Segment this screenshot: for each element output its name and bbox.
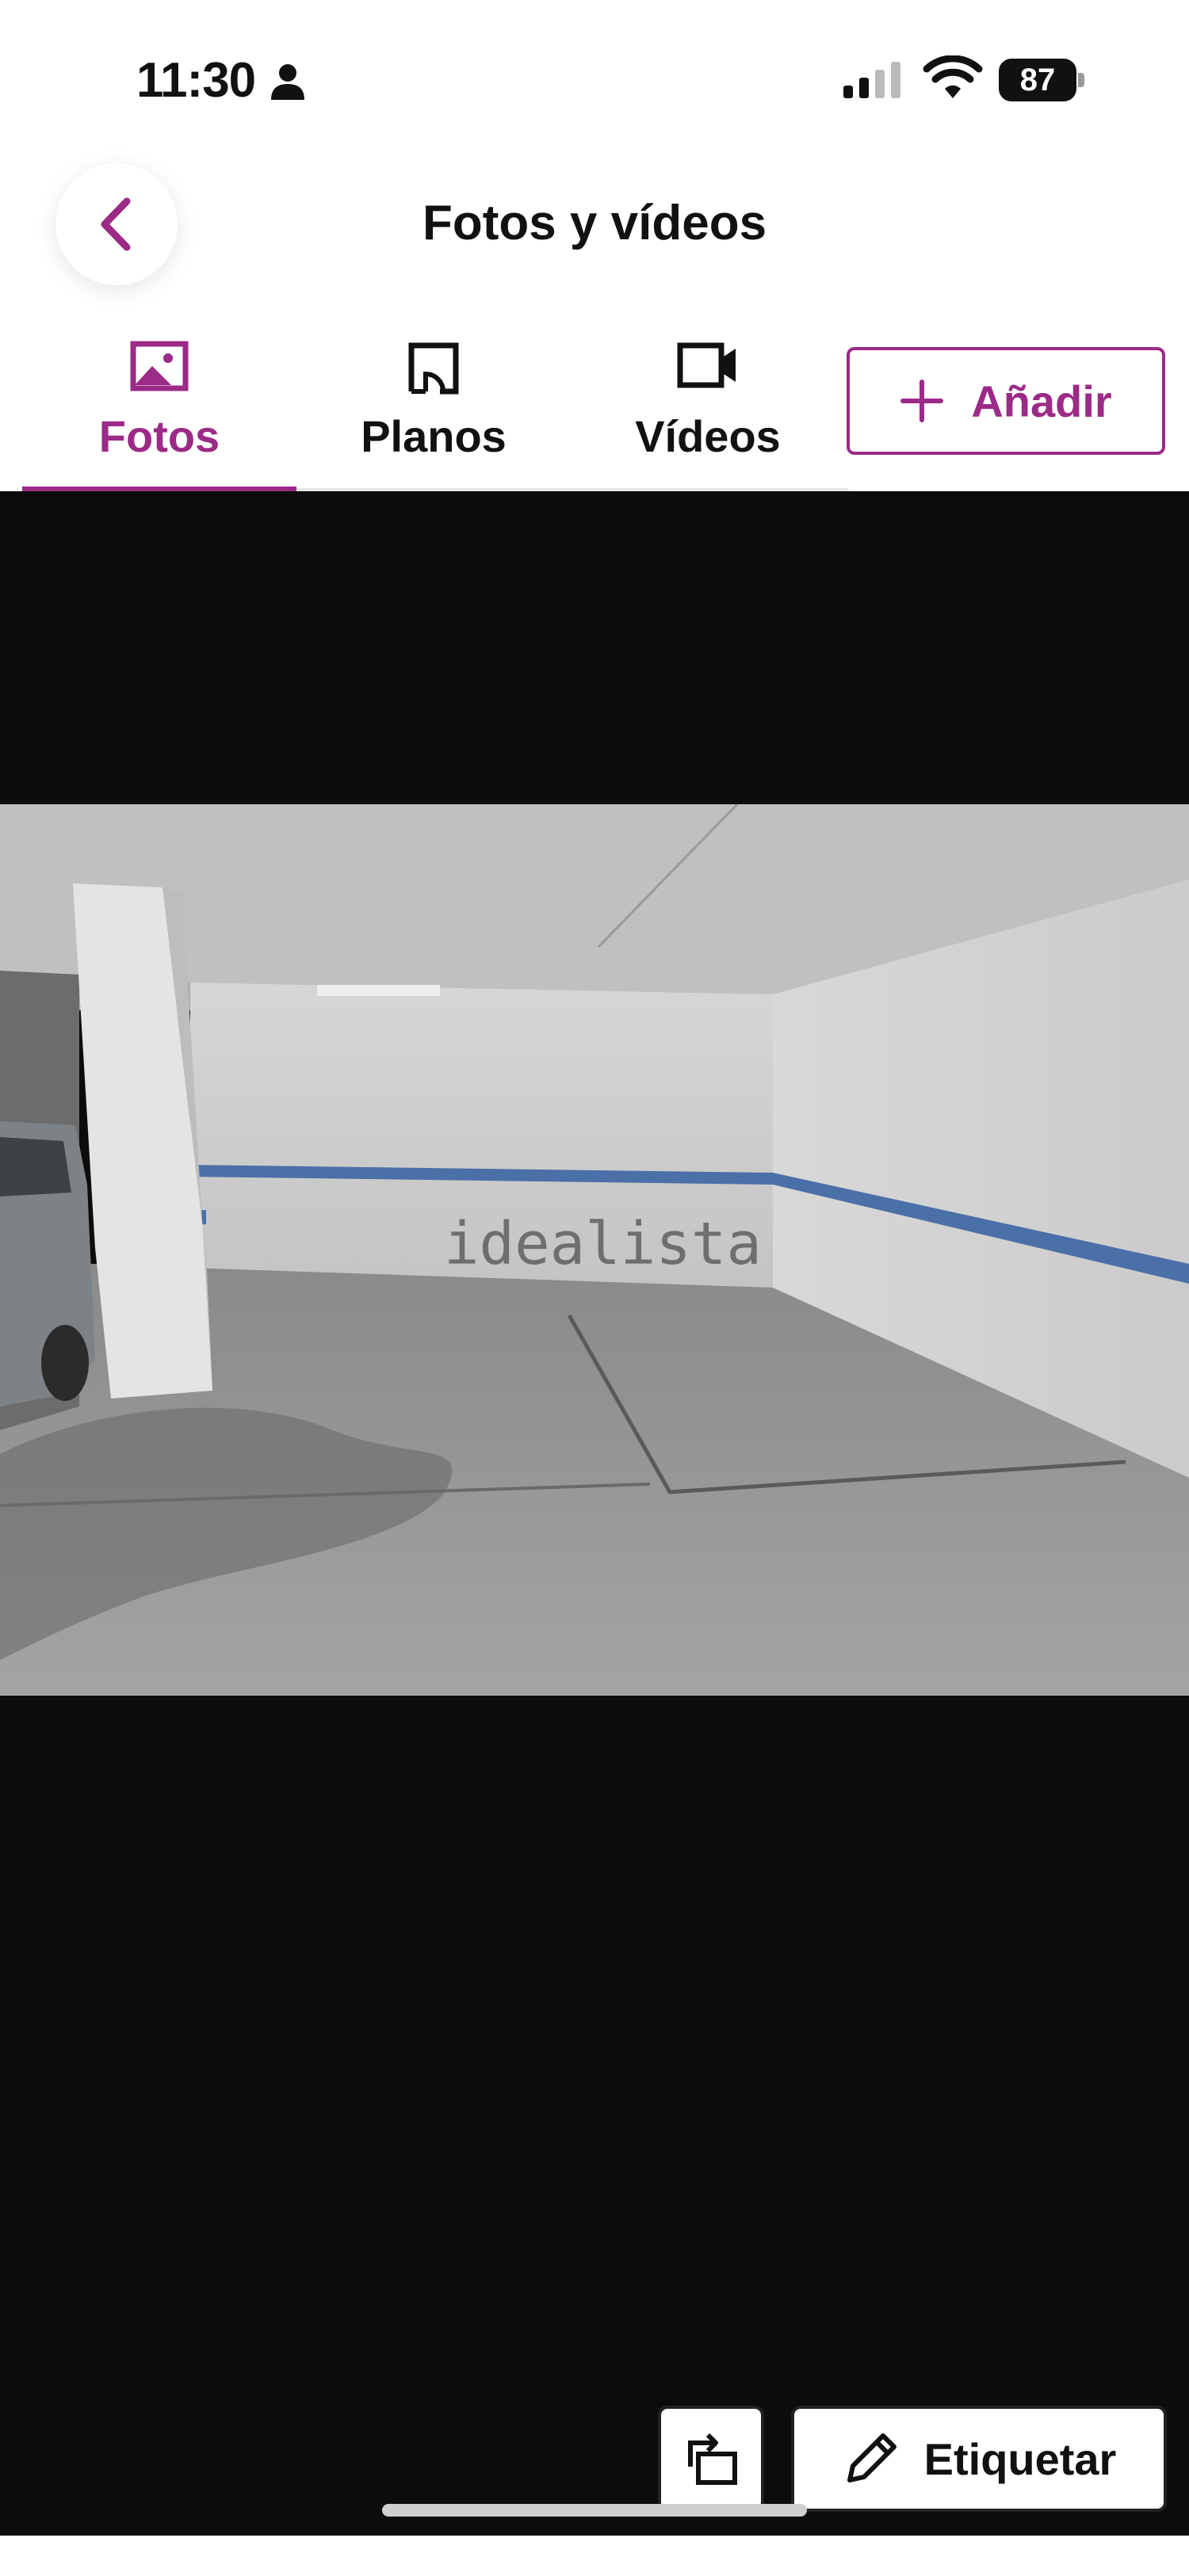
battery-indicator: 87 bbox=[999, 59, 1086, 101]
home-indicator bbox=[382, 2504, 807, 2517]
tab-label: Planos bbox=[361, 411, 507, 461]
tab-label: Vídeos bbox=[635, 411, 781, 461]
person-icon bbox=[271, 64, 304, 100]
status-time: 11:30 bbox=[136, 53, 256, 108]
rotate-icon bbox=[688, 2433, 737, 2485]
tag-button[interactable]: Etiquetar bbox=[791, 2406, 1167, 2512]
battery-level: 87 bbox=[999, 59, 1076, 101]
status-bar: 11:30 87 bbox=[0, 0, 1189, 151]
media-tabs: Fotos Planos Vídeos bbox=[0, 333, 848, 491]
image-icon bbox=[130, 341, 189, 391]
page-title: Fotos y vídeos bbox=[422, 196, 767, 250]
video-camera-icon bbox=[677, 342, 736, 388]
plus-icon bbox=[900, 380, 944, 422]
tab-videos[interactable]: Vídeos bbox=[571, 333, 845, 491]
pencil-icon bbox=[847, 2433, 897, 2483]
tag-button-label: Etiquetar bbox=[923, 2433, 1117, 2484]
watermark: idealista bbox=[444, 1210, 762, 1278]
floorplan-icon bbox=[408, 342, 459, 395]
wifi-icon bbox=[923, 55, 983, 98]
tab-planos[interactable]: Planos bbox=[296, 333, 571, 491]
battery-cap bbox=[1078, 73, 1084, 87]
tab-label: Fotos bbox=[98, 411, 220, 461]
bottom-strip bbox=[0, 2536, 1189, 2576]
tab-fotos[interactable]: Fotos bbox=[22, 333, 296, 491]
cellular-signal-icon bbox=[843, 62, 900, 98]
parking-photo[interactable]: idealista bbox=[0, 804, 1189, 1696]
rotate-button[interactable] bbox=[658, 2406, 764, 2512]
add-button[interactable]: Añadir bbox=[847, 347, 1165, 455]
add-button-label: Añadir bbox=[971, 376, 1112, 426]
